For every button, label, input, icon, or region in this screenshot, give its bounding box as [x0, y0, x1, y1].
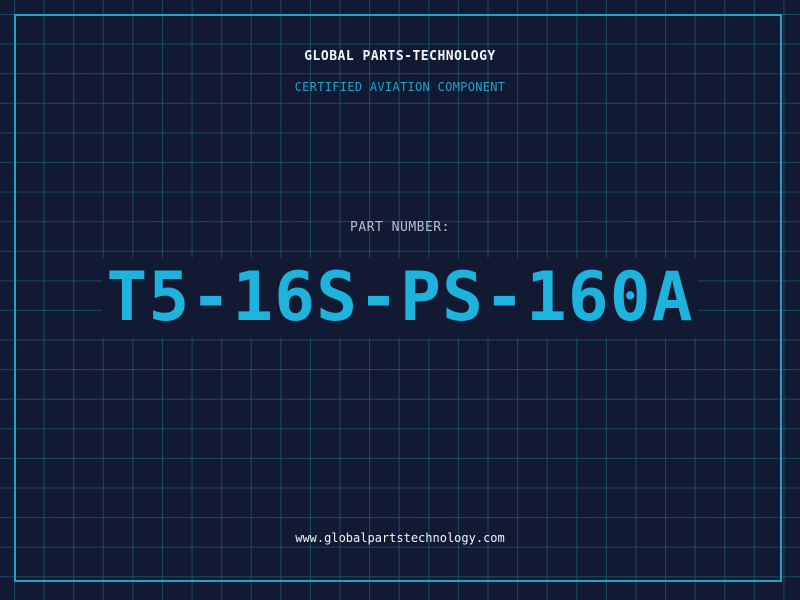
part-number-value: T5-16S-PS-160A [102, 258, 698, 338]
part-number-label: PART NUMBER: [350, 220, 450, 235]
certification-subtitle: CERTIFIED AVIATION COMPONENT [294, 80, 506, 94]
website-url: www.globalpartstechnology.com [295, 531, 505, 545]
company-name: GLOBAL PARTS-TECHNOLOGY [304, 49, 496, 64]
certificate-card: GLOBAL PARTS-TECHNOLOGY CERTIFIED AVIATI… [0, 0, 800, 600]
part-number-container: T5-16S-PS-160A [0, 258, 800, 338]
